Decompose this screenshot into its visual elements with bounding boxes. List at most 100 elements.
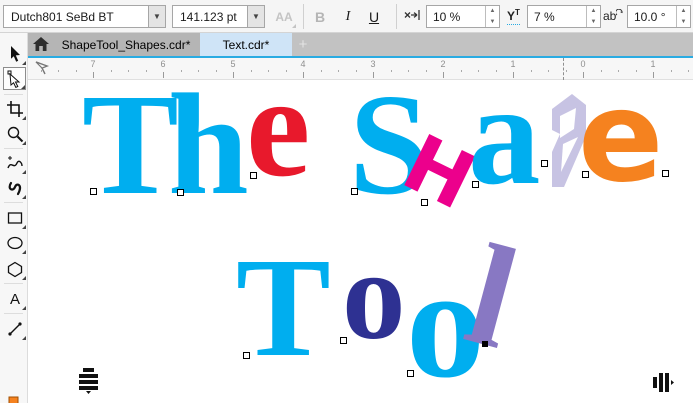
rectangle-tool[interactable]: [3, 206, 26, 229]
rotation-angle-value: 10.0 °: [634, 10, 666, 24]
toolbox-separator: [4, 94, 23, 95]
character-formatting-button[interactable]: AA: [272, 5, 296, 28]
vertical-shift-field[interactable]: 7 % ▲ ▼: [527, 5, 601, 28]
ruler-major-tick: [373, 72, 374, 78]
ruler-number: 2: [440, 59, 446, 69]
svg-text:A: A: [9, 291, 19, 308]
rotation-angle-spinner[interactable]: ▲ ▼: [676, 6, 690, 27]
character-formatting-icon: AA: [275, 9, 293, 24]
vertical-shift-spinner[interactable]: ▲ ▼: [586, 6, 600, 27]
tab-label: ShapeTool_Shapes.cdr*: [61, 37, 191, 52]
plus-icon: +: [298, 36, 308, 53]
spin-up-icon[interactable]: ▲: [677, 6, 690, 17]
bold-button[interactable]: B: [308, 5, 332, 28]
spin-up-icon[interactable]: ▲: [486, 6, 499, 17]
text-tool[interactable]: A: [3, 287, 26, 310]
italic-label: I: [345, 8, 351, 24]
home-icon[interactable]: [33, 37, 49, 52]
text-node[interactable]: [340, 337, 347, 344]
ruler-minor-tick: [111, 70, 112, 72]
ruler-minor-tick: [408, 70, 409, 72]
ruler-minor-tick: [76, 70, 77, 72]
spin-down-icon[interactable]: ▼: [486, 17, 499, 28]
polygon-tool[interactable]: [3, 257, 26, 280]
text-node[interactable]: [662, 170, 669, 177]
flyout-corner-icon: [22, 141, 26, 145]
vertical-shift-value: 7 %: [534, 10, 555, 24]
rotation-angle-field[interactable]: 10.0 ° ▲ ▼: [627, 5, 691, 28]
shape-tool[interactable]: [3, 67, 26, 90]
separator: [303, 4, 304, 29]
font-name-value: Dutch801 SeBd BT: [11, 10, 114, 24]
text-node[interactable]: [90, 188, 97, 195]
ruler-minor-tick: [688, 70, 689, 72]
flyout-corner-icon: [22, 61, 26, 65]
horizontal-ruler[interactable]: 7 6 5 4 3 2 1 0 1: [28, 58, 693, 80]
character-spacing-handle-icon[interactable]: [653, 372, 677, 393]
font-size-value: 141.123 pt: [180, 10, 237, 24]
ruler-minor-tick: [251, 70, 252, 72]
connector-tool[interactable]: [3, 317, 26, 340]
flyout-corner-icon: [22, 195, 26, 199]
italic-button[interactable]: I: [336, 5, 360, 28]
ruler-minor-tick: [356, 70, 357, 72]
text-node[interactable]: [472, 181, 479, 188]
ruler-minor-tick: [531, 70, 532, 72]
flyout-corner-icon: [22, 306, 26, 310]
text-node[interactable]: [541, 160, 548, 167]
text-node-selected[interactable]: [482, 341, 488, 347]
drawing-canvas[interactable]: TheSHaeTool: [28, 80, 693, 403]
text-node[interactable]: [243, 352, 250, 359]
document-tab-bar: ShapeTool_Shapes.cdr* Text.cdr* +: [28, 33, 693, 56]
toolbox-separator: [4, 202, 23, 203]
spin-down-icon[interactable]: ▼: [587, 17, 600, 28]
horizontal-shift-spinner[interactable]: ▲ ▼: [485, 6, 499, 27]
text-node[interactable]: [407, 370, 414, 377]
tab-shapetool-shapes[interactable]: ShapeTool_Shapes.cdr*: [52, 33, 200, 56]
font-size-dropdown-icon[interactable]: ▼: [247, 6, 264, 27]
ruler-number: 5: [230, 59, 236, 69]
fill-tool[interactable]: [3, 391, 26, 403]
font-size-combo[interactable]: 141.123 pt ▼: [172, 5, 265, 28]
text-node[interactable]: [421, 199, 428, 206]
underline-label: U: [368, 8, 380, 25]
ruler-major-tick: [583, 72, 584, 78]
spin-up-icon[interactable]: ▲: [587, 6, 600, 17]
text-node[interactable]: [177, 189, 184, 196]
font-list-dropdown-icon[interactable]: ▼: [148, 6, 165, 27]
toolbox-separator: [4, 313, 23, 314]
crop-tool[interactable]: [3, 97, 26, 120]
ruler-number: 4: [300, 59, 306, 69]
spin-down-icon[interactable]: ▼: [677, 17, 690, 28]
canvas-letter: T: [82, 80, 179, 225]
ruler-number: 3: [370, 59, 376, 69]
ruler-major-tick: [163, 72, 164, 78]
ruler-minor-tick: [636, 70, 637, 72]
pick-tool[interactable]: [3, 42, 26, 65]
ruler-number: 0: [580, 59, 586, 69]
new-tab-button[interactable]: +: [292, 33, 314, 56]
canvas-letter: h: [168, 80, 249, 225]
text-node[interactable]: [250, 172, 257, 179]
underline-button[interactable]: U: [362, 5, 386, 28]
zoom-tool[interactable]: [3, 122, 26, 145]
text-node[interactable]: [351, 188, 358, 195]
freehand-tool[interactable]: [3, 151, 26, 174]
ruler-minor-tick: [671, 70, 672, 72]
ruler-minor-tick: [216, 70, 217, 72]
horizontal-shift-field[interactable]: 10 % ▲ ▼: [426, 5, 500, 28]
tab-label: Text.cdr*: [222, 37, 270, 52]
ruler-minor-tick: [58, 70, 59, 72]
ruler-number: 1: [510, 59, 516, 69]
tab-text-cdr[interactable]: Text.cdr*: [200, 33, 292, 56]
bold-label: B: [314, 8, 326, 25]
ellipse-tool[interactable]: [3, 231, 26, 254]
flyout-corner-icon: [22, 116, 26, 120]
line-spacing-handle-icon[interactable]: [78, 368, 99, 394]
font-list-combo[interactable]: Dutch801 SeBd BT ▼: [3, 5, 166, 28]
flyout-corner-icon: [22, 250, 26, 254]
ruler-minor-tick: [461, 70, 462, 72]
ruler-major-tick: [303, 72, 304, 78]
text-node[interactable]: [582, 171, 589, 178]
artistic-media-tool[interactable]: [3, 176, 26, 199]
